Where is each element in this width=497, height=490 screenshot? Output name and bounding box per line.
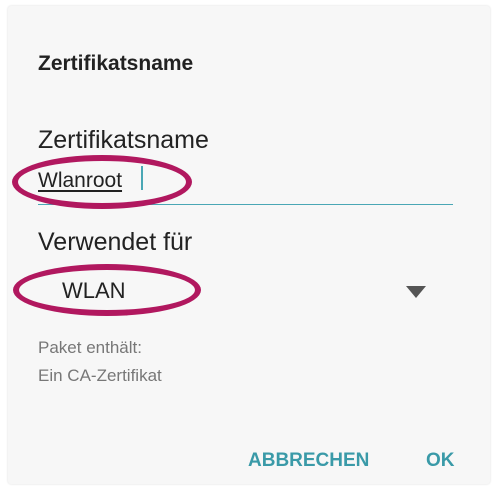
highlight-ellipse-name <box>12 155 192 209</box>
ok-button[interactable]: OK <box>426 450 455 472</box>
package-contents-value: Ein CA-Zertifikat <box>38 366 162 385</box>
certificate-name-label: Zertifikatsname <box>38 126 209 154</box>
dropdown-triangle-icon <box>406 286 426 298</box>
package-contains-label: Paket enthält: <box>38 338 142 357</box>
dialog-title: Zertifikatsname <box>38 52 194 75</box>
highlight-ellipse-used-for <box>13 264 201 316</box>
cancel-button[interactable]: ABBRECHEN <box>248 450 369 472</box>
used-for-label: Verwendet für <box>38 228 193 256</box>
